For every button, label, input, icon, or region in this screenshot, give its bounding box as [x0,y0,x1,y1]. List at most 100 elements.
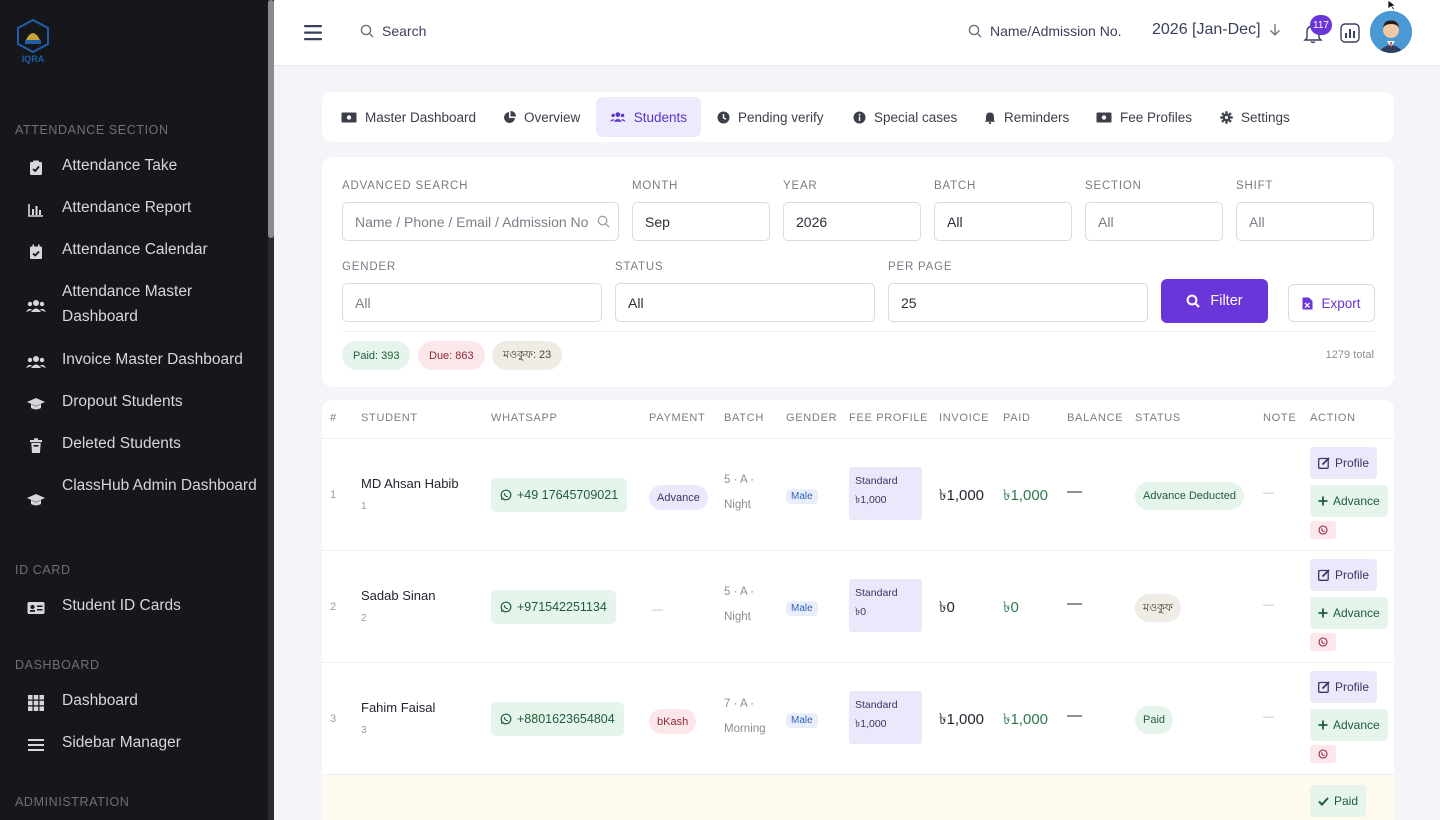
export-button-label: Export [1321,295,1361,311]
total-count: 1279 total [1325,349,1374,361]
row-number: 3 [330,713,337,725]
global-search[interactable]: Search [360,23,426,39]
tab-special-cases[interactable]: Special cases [839,97,971,137]
tab-overview[interactable]: Overview [489,97,594,137]
whatsapp-number: +971542251134 [517,600,607,614]
whatsapp-icon [1318,525,1328,535]
gender-badge: Male [786,601,818,616]
grid-icon [26,693,46,713]
tab-master-dashboard[interactable]: Master Dashboard [327,97,490,137]
column-header-number: # [330,412,337,424]
status-select[interactable]: All [615,283,875,322]
user-avatar[interactable] [1370,11,1412,53]
tab-settings[interactable]: Settings [1206,97,1304,137]
table-row: Paid [322,774,1394,820]
sidebar-item-label: Attendance Take [62,157,178,174]
whatsapp-link[interactable]: +8801623654804 [491,702,624,736]
tab-fee-profiles[interactable]: Fee Profiles [1082,97,1206,137]
advance-button-label: Advance [1333,494,1380,508]
month-label: MONTH [632,180,679,192]
profile-button[interactable]: Profile [1310,671,1378,703]
column-header-gender: GENDER [786,412,838,424]
paid-button[interactable]: Paid [1310,785,1367,817]
info-icon [853,111,866,123]
due-count-pill[interactable]: Due: 863 [418,341,485,370]
payment-method-badge: bKash [649,709,697,734]
student-name[interactable]: MD Ahsan Habib [361,476,459,491]
edit-icon [1318,569,1330,581]
table-row: 2 Sadab Sinan 2 +971542251134 — 5 · A · N… [322,550,1394,662]
avatar-image [1370,11,1412,53]
graduation-cap-icon [26,394,46,414]
search-icon [1186,294,1201,308]
tab-pending-verify[interactable]: Pending verify [703,97,838,137]
whatsapp-send-button[interactable] [1310,745,1336,763]
shift-select[interactable]: All [1236,202,1374,241]
clipboard-check-icon [26,158,46,178]
column-header-status: STATUS [1135,412,1181,424]
row-number: 2 [330,601,337,613]
year-selector[interactable]: 2026 [Jan-Dec] [1152,21,1281,39]
whatsapp-number: +8801623654804 [517,712,615,726]
sidebar-item-label: Deleted Students [62,435,181,452]
advance-button[interactable]: Advance [1310,485,1388,517]
batch-select[interactable]: All [934,202,1072,241]
column-header-payment: PAYMENT [649,412,706,424]
stats-icon[interactable] [1340,23,1360,43]
top-header: Search Name/Admission No. 2026 [Jan-Dec]… [274,0,1440,66]
whatsapp-icon [500,713,512,725]
tab-label: Special cases [874,109,958,125]
sidebar-scrollbar[interactable] [268,0,274,820]
column-header-balance: BALANCE [1067,412,1124,424]
batch-info: 5 · A · Night [724,580,754,630]
column-header-paid: PAID [1003,412,1031,424]
export-button[interactable]: Export [1288,284,1375,322]
student-id: 3 [361,725,367,736]
status-badge: মওকুফ [1135,594,1181,622]
whatsapp-send-button[interactable] [1310,633,1336,651]
iqra-logo[interactable]: IQRA [14,18,52,66]
search-icon [360,24,374,38]
advance-button-label: Advance [1333,718,1380,732]
batch-info: 5 · A · Night [724,468,754,518]
month-select[interactable]: Sep [632,202,770,241]
notification-badge: 117 [1310,15,1332,35]
tab-students[interactable]: Students [596,97,701,137]
name-admission-search[interactable]: Name/Admission No. [968,23,1122,39]
edit-icon [1318,681,1330,693]
paid-count-pill[interactable]: Paid: 393 [342,341,411,370]
filter-panel: ADVANCED SEARCH Name / Phone / Email / A… [322,157,1394,387]
year-select[interactable]: 2026 [783,202,921,241]
whatsapp-icon [500,601,512,613]
fee-profile-box: Standard ৳1,000 [849,467,922,520]
whatsapp-link[interactable]: +971542251134 [491,590,616,624]
table-row: 1 MD Ahsan Habib 1 +49 17645709021 Advan… [322,438,1394,550]
student-name[interactable]: Fahim Faisal [361,700,435,715]
whatsapp-link[interactable]: +49 17645709021 [491,478,628,512]
balance-amount: — [1067,707,1082,724]
advanced-search-input[interactable]: Name / Phone / Email / Admission No [342,202,619,241]
section-title-administration: ADMINISTRATION [15,795,130,809]
search-icon [968,24,982,38]
advance-button[interactable]: Advance [1310,597,1388,629]
hamburger-menu-icon[interactable] [304,24,326,42]
waived-count-pill[interactable]: মওকুফ: 23 [492,341,563,370]
tab-reminders[interactable]: Reminders [970,97,1083,137]
batch-info: 7 · A · Morning [724,692,766,742]
gender-select[interactable]: All [342,283,602,322]
students-table: # STUDENT WHATSAPP PAYMENT BATCH GENDER … [322,400,1394,820]
fee-profile-amount: ৳1,000 [855,718,887,730]
paid-button-label: Paid [1334,794,1359,808]
profile-button-label: Profile [1335,568,1370,582]
per-page-select[interactable]: 25 [888,283,1148,322]
divider [342,331,1375,332]
profile-button[interactable]: Profile [1310,559,1378,591]
profile-button[interactable]: Profile [1310,447,1378,479]
batch-label: BATCH [934,180,977,192]
whatsapp-send-button[interactable] [1310,521,1336,539]
id-card-icon [26,598,46,618]
advance-button[interactable]: Advance [1310,709,1388,741]
filter-button[interactable]: Filter [1161,279,1268,323]
student-name[interactable]: Sadab Sinan [361,588,435,603]
section-select[interactable]: All [1085,202,1223,241]
